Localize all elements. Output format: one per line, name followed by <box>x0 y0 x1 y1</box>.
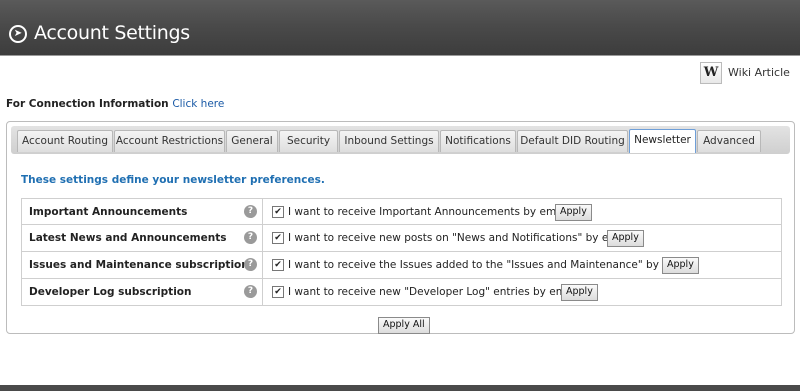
developer-log-checkbox[interactable]: ✔ <box>272 286 284 298</box>
setting-row: Issues and Maintenance subscription ? ✔ … <box>21 252 782 279</box>
setting-row: Developer Log subscription ? ✔ I want to… <box>21 279 782 306</box>
page-title: Account Settings <box>34 22 190 44</box>
footer-bar <box>0 385 800 391</box>
arrow-circle-icon: ➤ <box>9 25 27 43</box>
setting-label: Developer Log subscription <box>29 286 192 298</box>
tab-notifications[interactable]: Notifications <box>440 130 516 152</box>
setting-description: I want to receive the Issues added to th… <box>288 259 695 271</box>
tab-advanced[interactable]: Advanced <box>697 130 761 152</box>
setting-label-cell: Important Announcements ? <box>22 199 263 224</box>
tab-bar: Account Routing Account Restrictions Gen… <box>11 126 790 154</box>
setting-description: I want to receive new posts on "News and… <box>288 232 635 244</box>
newsletter-settings-table: Important Announcements ? ✔ I want to re… <box>21 198 782 308</box>
tab-inbound-settings[interactable]: Inbound Settings <box>339 130 439 152</box>
wikipedia-icon[interactable]: W <box>700 62 722 84</box>
latest-news-checkbox[interactable]: ✔ <box>272 232 284 244</box>
setting-label-cell: Issues and Maintenance subscription ? <box>22 252 263 278</box>
click-here-link[interactable]: Click here <box>172 98 224 110</box>
important-announcements-checkbox[interactable]: ✔ <box>272 206 284 218</box>
tab-newsletter[interactable]: Newsletter <box>629 129 696 153</box>
apply-button[interactable]: Apply <box>555 204 592 221</box>
setting-label: Issues and Maintenance subscription <box>29 259 249 271</box>
help-icon[interactable]: ? <box>244 258 257 271</box>
connection-info-label: For Connection Information <box>6 98 169 110</box>
newsletter-intro: These settings define your newsletter pr… <box>21 174 325 186</box>
help-icon[interactable]: ? <box>244 205 257 218</box>
tab-general[interactable]: General <box>226 130 278 152</box>
setting-label-cell: Latest News and Announcements ? <box>22 225 263 251</box>
wiki-article-label[interactable]: Wiki Article <box>728 66 790 79</box>
setting-row: Important Announcements ? ✔ I want to re… <box>21 198 782 225</box>
setting-label-cell: Developer Log subscription ? <box>22 279 263 305</box>
header-divider <box>0 55 800 56</box>
settings-panel: Account Routing Account Restrictions Gen… <box>6 121 795 334</box>
setting-row: Latest News and Announcements ? ✔ I want… <box>21 225 782 252</box>
apply-button[interactable]: Apply <box>662 257 699 274</box>
tab-security[interactable]: Security <box>279 130 338 152</box>
connection-info: For Connection Information Click here <box>6 98 224 110</box>
tab-account-restrictions[interactable]: Account Restrictions <box>114 130 225 152</box>
setting-description: I want to receive new "Developer Log" en… <box>288 286 582 298</box>
help-icon[interactable]: ? <box>244 285 257 298</box>
tab-default-did-routing[interactable]: Default DID Routing <box>517 130 628 152</box>
apply-all-button[interactable]: Apply All <box>378 317 430 334</box>
header-bar: ➤ Account Settings <box>0 0 800 56</box>
apply-button[interactable]: Apply <box>561 284 598 301</box>
setting-label: Important Announcements <box>29 206 188 218</box>
setting-label: Latest News and Announcements <box>29 232 227 244</box>
help-icon[interactable]: ? <box>244 231 257 244</box>
setting-description: I want to receive Important Announcement… <box>288 206 572 218</box>
issues-maintenance-checkbox[interactable]: ✔ <box>272 259 284 271</box>
tab-account-routing[interactable]: Account Routing <box>17 130 113 152</box>
apply-button[interactable]: Apply <box>607 230 644 247</box>
